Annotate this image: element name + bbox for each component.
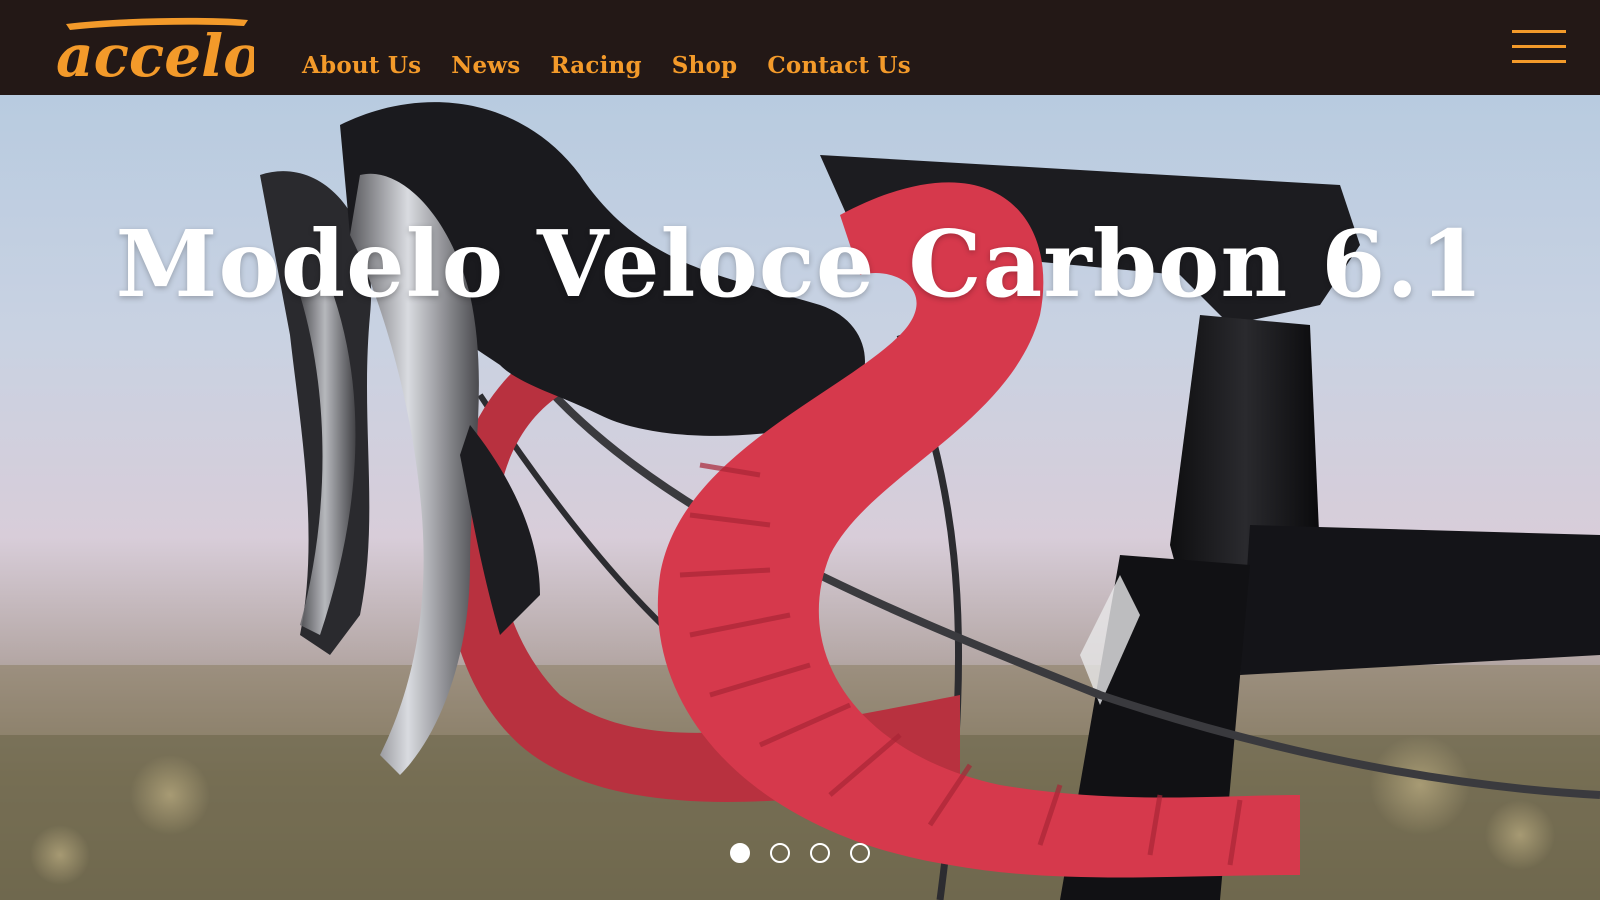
accelo-logo-icon: accelo bbox=[56, 17, 254, 84]
nav-shop[interactable]: Shop bbox=[672, 52, 738, 79]
hamburger-line bbox=[1512, 45, 1566, 48]
carousel-dot-3[interactable] bbox=[810, 843, 830, 863]
site-header: accelo About Us News Racing Shop Contact… bbox=[0, 0, 1600, 95]
carousel-dot-4[interactable] bbox=[850, 843, 870, 863]
carousel-dot-2[interactable] bbox=[770, 843, 790, 863]
hero-title: Modelo Veloce Carbon 6.1 bbox=[115, 210, 1485, 318]
main-nav: About Us News Racing Shop Contact Us bbox=[302, 52, 941, 79]
hamburger-line bbox=[1512, 30, 1566, 33]
nav-news[interactable]: News bbox=[451, 52, 520, 79]
nav-about-us[interactable]: About Us bbox=[302, 52, 421, 79]
carousel-pagination bbox=[730, 843, 870, 863]
nav-contact-us[interactable]: Contact Us bbox=[767, 52, 911, 79]
carousel-dot-1[interactable] bbox=[730, 843, 750, 863]
nav-racing[interactable]: Racing bbox=[550, 52, 641, 79]
hamburger-menu-icon[interactable] bbox=[1512, 28, 1566, 66]
brand-logo[interactable]: accelo bbox=[54, 14, 254, 84]
hamburger-line bbox=[1512, 60, 1566, 63]
hero-carousel: Modelo Veloce Carbon 6.1 bbox=[0, 95, 1600, 900]
svg-text:accelo: accelo bbox=[56, 22, 254, 84]
